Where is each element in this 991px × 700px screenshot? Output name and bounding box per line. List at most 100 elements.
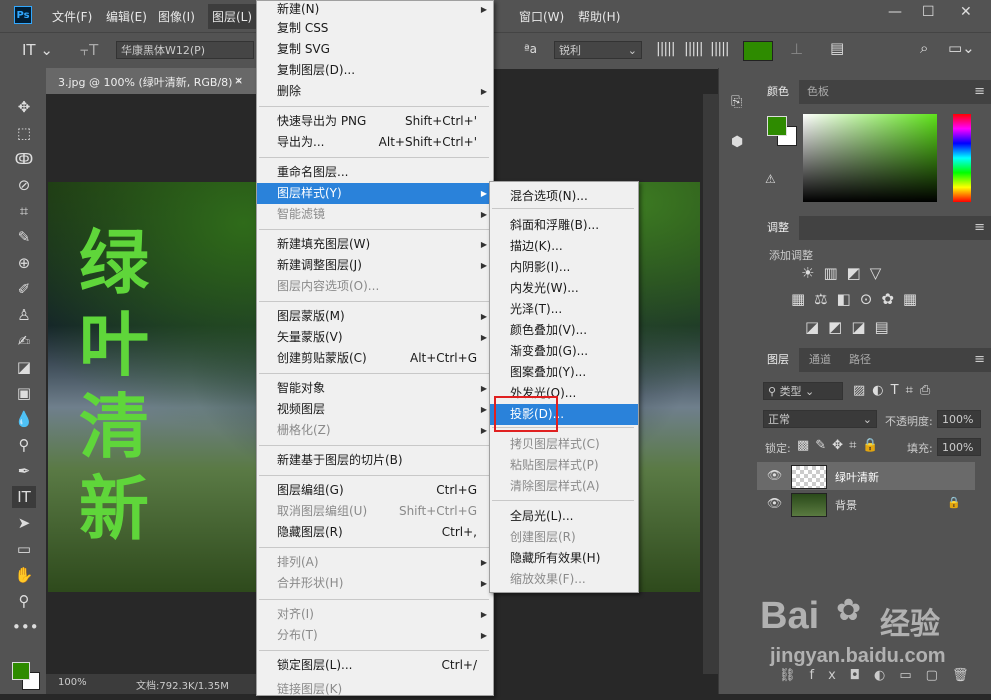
character-panel-icon[interactable]: ▤ [830,39,844,57]
layer-menu-item[interactable]: 新建调整图层(J) ▶ [257,255,493,276]
eraser-tool-icon[interactable]: ◪ [12,356,36,378]
gradient-tool-icon[interactable]: ▣ [12,382,36,404]
layers-panel-menu-icon[interactable]: ≡ [974,352,985,367]
menu-window[interactable]: 窗口(W) [519,8,564,25]
vertical-scrollbar[interactable] [703,94,718,674]
hand-tool-icon[interactable]: ✋ [12,564,36,586]
more-tools-icon[interactable]: ••• [12,616,39,638]
minimize-button[interactable]: — [888,4,902,20]
layer-menu-item[interactable]: 智能对象 ▶ [257,378,493,399]
brush-tool-icon[interactable]: ✐ [12,278,36,300]
layer-menu-item[interactable]: 重命名图层... [257,162,493,183]
stamp-tool-icon[interactable]: ♙ [12,304,36,326]
menu-image[interactable]: 图像(I) [158,8,195,25]
layer-style-item[interactable]: 内阴影(I)... [490,257,638,278]
layer-style-item[interactable]: 光泽(T)... [490,299,638,320]
layer-menu-item[interactable]: 复制图层(D)... [257,60,493,81]
text-orientation-icon[interactable]: ⫟T [80,41,98,59]
font-family-select[interactable]: 华康黑体W12(P) [116,41,254,59]
adjustments-panel-menu-icon[interactable]: ≡ [974,220,985,235]
adjustment-icons-row2[interactable]: ▦⚖◧⊙✿▦ [791,290,926,308]
tab-paths[interactable]: 路径 [839,348,881,372]
tab-adjustments[interactable]: 调整 [757,216,799,240]
document-tab[interactable]: 3.jpg @ 100% (绿叶清新, RGB/8) * × [46,68,256,94]
layer-menu-item[interactable]: 隐藏图层(R) Ctrl+, [257,522,493,543]
anti-alias-select[interactable]: 锐利 ⌄ [554,41,642,59]
color-field[interactable] [803,114,937,202]
lasso-tool-icon[interactable]: ↂ [12,148,36,170]
adjustment-icons-row3[interactable]: ◪◩◪▤ [805,318,898,336]
layer-menu-item[interactable]: 图层蒙版(M) ▶ [257,306,493,327]
tab-swatches[interactable]: 色板 [797,80,839,104]
workspace-icon[interactable]: ▭⌄ [948,39,975,57]
maximize-button[interactable]: ☐ [922,4,935,20]
menu-layer[interactable]: 图层(L) [208,4,257,29]
hue-slider[interactable] [953,114,971,202]
marquee-tool-icon[interactable]: ⬚ [12,122,36,144]
layer-menu-item[interactable]: 图层编组(G) Ctrl+G [257,480,493,501]
layer-menu-item[interactable]: 新建填充图层(W) ▶ [257,234,493,255]
layer-menu-item[interactable]: 视频图层 ▶ [257,399,493,420]
quick-select-tool-icon[interactable]: ⊘ [12,174,36,196]
layer-style-item[interactable]: 混合选项(N)... [490,186,638,207]
warp-text-icon[interactable]: ⊥ [790,40,803,58]
foreground-color-swatch[interactable] [12,662,30,680]
color-panel-menu-icon[interactable]: ≡ [974,84,985,99]
text-tool-icon[interactable]: IT ⌄ [22,41,53,59]
layer-filter-icons[interactable]: ▨◐T⌗⎙ [853,383,937,398]
search-icon[interactable]: ⌕ [920,39,928,57]
tab-layers[interactable]: 图层 [757,348,799,372]
zoom-tool-icon[interactable]: ⚲ [12,590,36,612]
layer-style-item[interactable]: 隐藏所有效果(H) [490,548,638,569]
type-tool-icon[interactable]: IT [12,486,36,508]
blur-tool-icon[interactable]: 💧 [12,408,36,430]
layer-style-item[interactable]: 颜色叠加(V)... [490,320,638,341]
layer-style-item[interactable]: 描边(K)... [490,236,638,257]
document-tab-close-icon[interactable]: × [234,74,243,87]
tab-color[interactable]: 颜色 [757,80,799,104]
menu-help[interactable]: 帮助(H) [578,8,620,25]
move-tool-icon[interactable]: ✥ [12,96,36,118]
close-button[interactable]: ✕ [960,4,972,20]
layer-menu-item[interactable]: 矢量蒙版(V) ▶ [257,327,493,348]
layer-style-item[interactable]: 全局光(L)... [490,506,638,527]
layer-style-item[interactable]: 斜面和浮雕(B)... [490,215,638,236]
fill-input[interactable]: 100% [937,438,981,456]
healing-brush-icon[interactable]: ⊕ [12,252,36,274]
dodge-tool-icon[interactable]: ⚲ [12,434,36,456]
pen-tool-icon[interactable]: ✒ [12,460,36,482]
opacity-input[interactable]: 100% [937,410,981,428]
rectangle-tool-icon[interactable]: ▭ [12,538,36,560]
3d-panel-icon[interactable]: ⬢ [731,134,743,150]
layer-menu-item[interactable]: 锁定图层(L)... Ctrl+/ [257,655,493,676]
history-brush-icon[interactable]: ✍ [12,330,36,352]
tab-channels[interactable]: 通道 [799,348,841,372]
history-panel-icon[interactable]: ⎘ [731,94,742,110]
layer-style-item[interactable]: 内发光(W)... [490,278,638,299]
zoom-level[interactable]: 100% [58,677,87,688]
layer-style-item[interactable]: 渐变叠加(G)... [490,341,638,362]
layer-menu-item[interactable]: 导出为... Alt+Shift+Ctrl+' [257,132,493,153]
layer-menu-item[interactable]: 新建基于图层的切片(B) [257,450,493,471]
layer-menu-item[interactable]: 复制 CSS [257,18,493,39]
text-color-swatch[interactable] [743,41,773,61]
menu-edit[interactable]: 编辑(E) [106,8,147,25]
layer-row-background[interactable]: 👁 背景 🔒 [757,490,975,518]
layer-filter-select[interactable]: ⚲ 类型 ⌄ [763,382,843,400]
lock-icons[interactable]: ▩✎✥⌗🔒 [797,438,885,453]
align-center-icon[interactable]: ||||| [684,41,704,57]
layer-menu-item[interactable]: 新建(N) ▶ [257,0,493,20]
out-of-gamut-icon[interactable]: ⚠ [765,172,776,186]
layer-menu-item[interactable]: 删除 ▶ [257,81,493,102]
visibility-eye-icon[interactable]: 👁 [767,468,782,482]
layer-menu-item[interactable]: 快速导出为 PNG Shift+Ctrl+' [257,111,493,132]
layer-menu-item[interactable]: 复制 SVG [257,39,493,60]
path-select-tool-icon[interactable]: ➤ [12,512,36,534]
blend-mode-select[interactable]: 正常 ⌄ [763,410,877,428]
visibility-eye-icon[interactable]: 👁 [767,496,782,510]
layer-menu-item[interactable]: 创建剪贴蒙版(C) Alt+Ctrl+G [257,348,493,369]
eyedropper-tool-icon[interactable]: ✎ [12,226,36,248]
align-left-icon[interactable]: ||||| [656,41,676,57]
layer-menu-item[interactable]: 图层样式(Y) ▶ [257,183,493,204]
layer-style-item[interactable]: 图案叠加(Y)... [490,362,638,383]
